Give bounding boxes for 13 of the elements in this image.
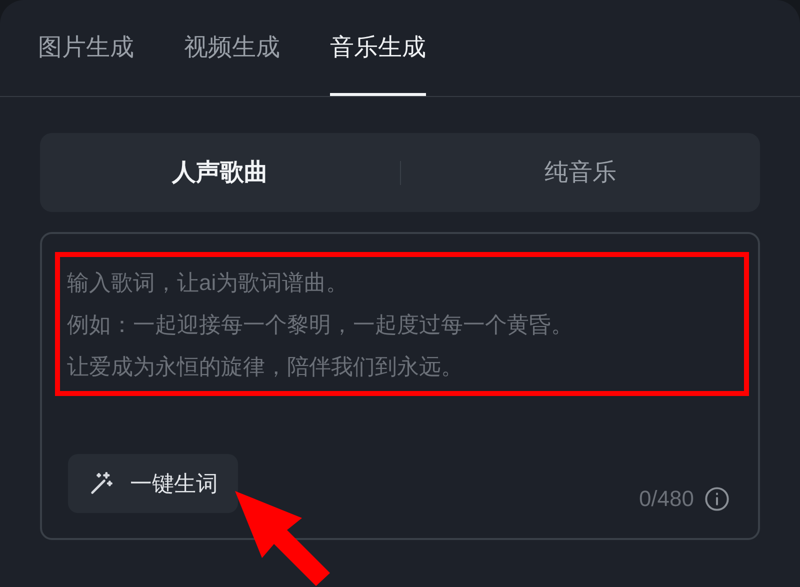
tab[interactable]: 图片生成: [38, 0, 134, 96]
mode-option[interactable]: 纯音乐: [400, 133, 760, 212]
magic-wand-icon: [88, 470, 114, 496]
placeholder-text: 例如：一起迎接每一个黎明，一起度过每一个黄昏。: [67, 311, 573, 339]
tab[interactable]: 视频生成: [184, 0, 280, 96]
placeholder-text: 输入歌词，让ai为歌词谱曲。: [67, 269, 348, 297]
lyrics-field[interactable]: 输入歌词，让ai为歌词谱曲。 例如：一起迎接每一个黎明，一起度过每一个黄昏。 让爱成为永恒的旋律，陪伴我们到永远。 一键生词 0/480: [40, 232, 760, 540]
character-count: 0/480: [638, 485, 694, 513]
mode-option[interactable]: 人声歌曲: [40, 133, 400, 212]
info-icon[interactable]: [704, 486, 730, 512]
placeholder-text: 让爱成为永恒的旋律，陪伴我们到永远。: [67, 353, 463, 381]
tab[interactable]: 音乐生成: [330, 0, 426, 96]
generate-lyrics-button[interactable]: 一键生词: [68, 454, 238, 513]
